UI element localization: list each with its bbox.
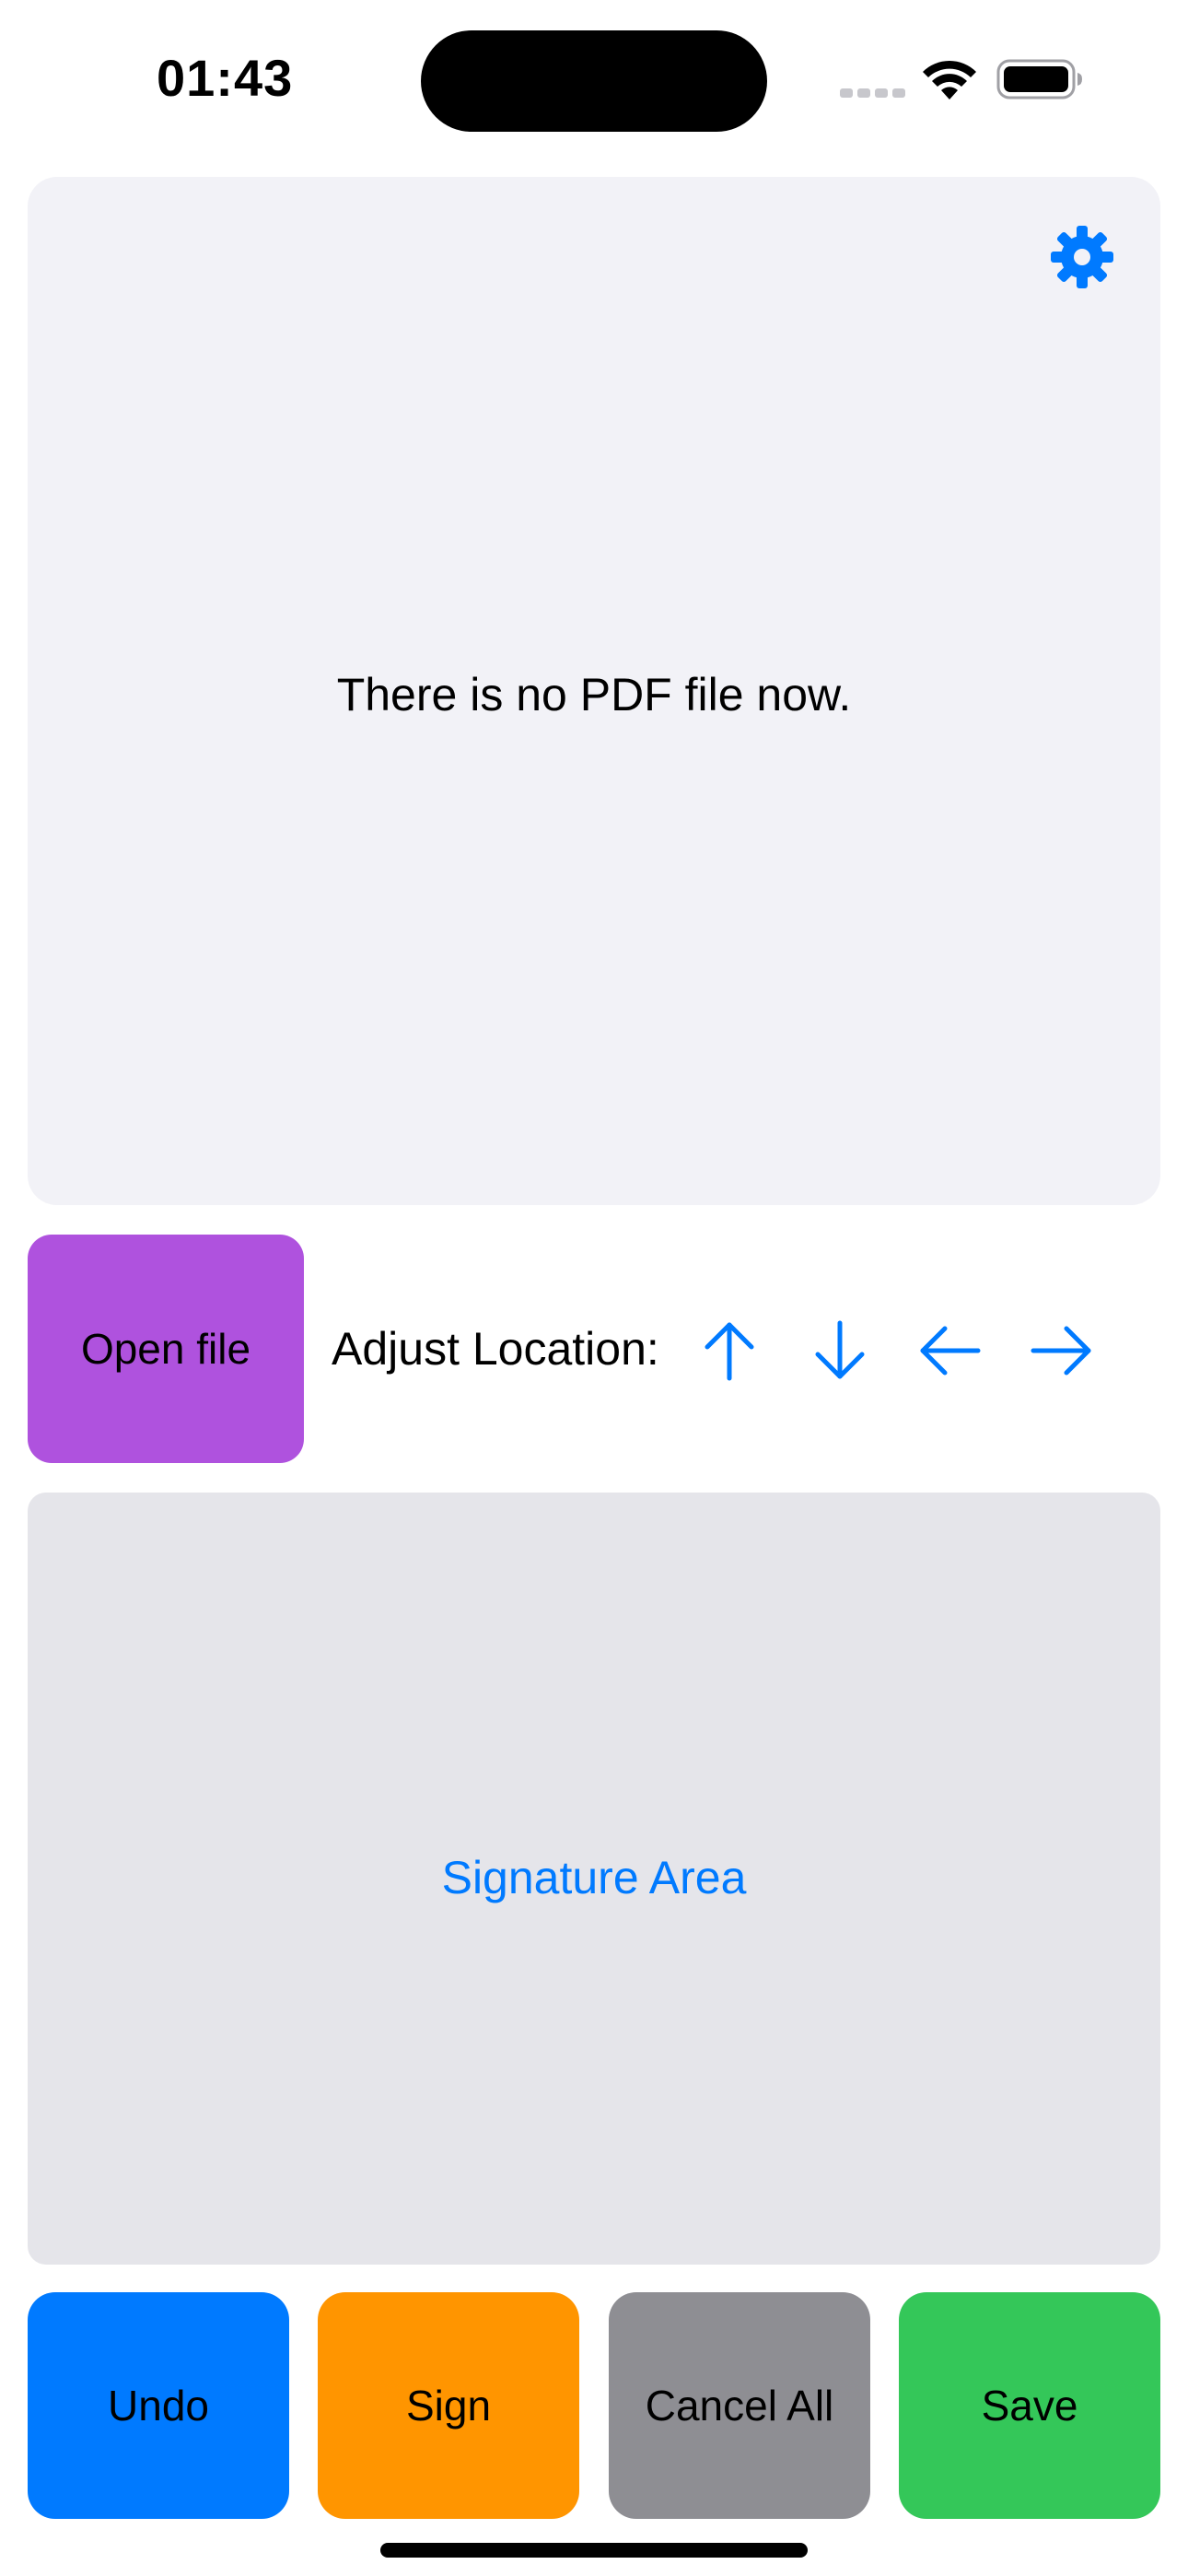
arrow-up-icon[interactable] (693, 1314, 766, 1388)
gear-icon[interactable] (1050, 225, 1114, 289)
signature-area[interactable]: Signature Area (28, 1493, 1160, 2265)
home-indicator[interactable] (380, 2543, 808, 2558)
status-bar: 01:43 (0, 0, 1188, 157)
wifi-icon (923, 60, 976, 100)
pdf-viewer-panel[interactable]: There is no PDF file now. (28, 177, 1160, 1205)
signature-placeholder: Signature Area (441, 1852, 747, 1903)
save-button[interactable]: Save (899, 2292, 1160, 2519)
pdf-empty-message: There is no PDF file now. (336, 669, 852, 720)
arrow-left-icon[interactable] (914, 1314, 987, 1388)
adjust-location-label: Adjust Location: (332, 1323, 659, 1375)
open-file-button[interactable]: Open file (28, 1235, 304, 1463)
battery-icon (996, 59, 1082, 100)
arrow-down-icon[interactable] (803, 1314, 877, 1388)
undo-button[interactable]: Undo (28, 2292, 289, 2519)
cancel-all-button[interactable]: Cancel All (609, 2292, 870, 2519)
status-time: 01:43 (157, 49, 294, 107)
arrow-right-icon[interactable] (1024, 1314, 1098, 1388)
signal-icon (840, 85, 906, 101)
sign-button[interactable]: Sign (318, 2292, 579, 2519)
dynamic-island (421, 30, 767, 132)
